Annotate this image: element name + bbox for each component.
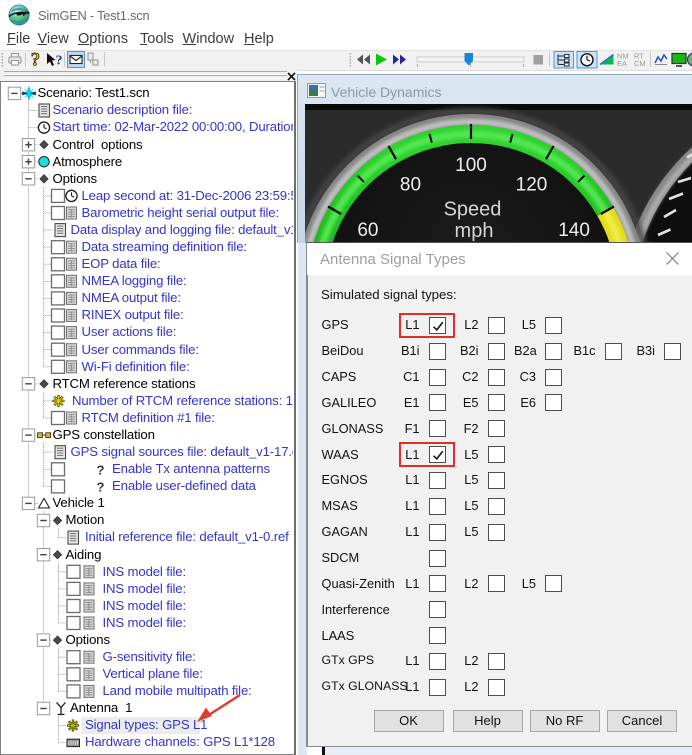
svg-text:120: 120 — [516, 174, 548, 195]
svg-text:140: 140 — [558, 220, 590, 241]
svg-text:EA: EA — [617, 59, 627, 68]
svg-text:CM: CM — [634, 59, 646, 68]
svg-text:?: ? — [97, 479, 105, 494]
svg-text:Speed: Speed — [444, 198, 502, 220]
svg-text:80: 80 — [400, 174, 421, 195]
svg-text:60: 60 — [357, 220, 378, 241]
svg-text:mph: mph — [455, 220, 494, 242]
svg-text:100: 100 — [455, 155, 487, 176]
svg-text:?: ? — [97, 462, 105, 477]
